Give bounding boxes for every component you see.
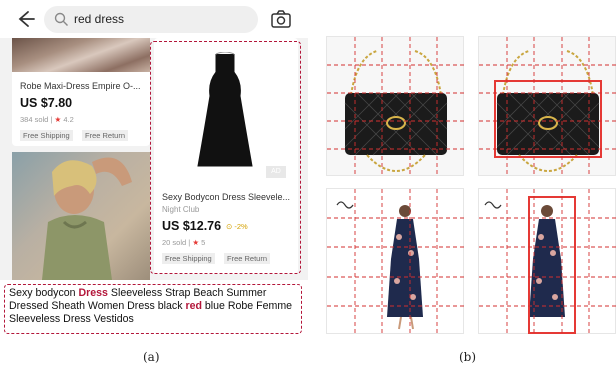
product-caption-text: Sexy bodycon Dress Sleeveless Strap Beac…	[9, 287, 299, 326]
caption-keyword: Dress	[78, 287, 108, 299]
grid-tile-bag-boxed	[478, 36, 616, 177]
search-icon	[54, 12, 68, 26]
product-price: US $7.80	[20, 96, 73, 110]
caption-segment: Sexy bodycon	[9, 287, 79, 299]
handbag-icon	[327, 37, 465, 177]
rating: 4.2	[63, 115, 74, 124]
panel-a: red dress Robe Maxi-Dress Empire O-... U…	[0, 0, 310, 338]
camera-icon[interactable]	[270, 8, 292, 30]
caption-keyword: red	[185, 300, 202, 312]
woman-photo-icon	[42, 157, 132, 280]
tag-free-return: Free Return	[82, 130, 129, 141]
grid-tile-dress-boxed	[478, 188, 616, 335]
label-b: (b)	[459, 350, 477, 364]
grid-tile-dress	[326, 188, 465, 335]
highlight-box-image	[150, 41, 301, 274]
sold-count: 384 sold	[20, 115, 49, 124]
product-card[interactable]: Robe Maxi-Dress Empire O-... US $7.80 38…	[12, 38, 150, 146]
search-query: red dress	[74, 12, 125, 26]
star-icon: ★	[54, 115, 62, 124]
dress-model-icon	[327, 189, 465, 335]
search-header: red dress	[0, 0, 308, 38]
grid-tile-bag	[326, 36, 465, 177]
back-arrow-icon[interactable]	[14, 8, 36, 30]
dress-model-icon	[479, 189, 616, 335]
search-input[interactable]: red dress	[44, 6, 258, 33]
product-title: Robe Maxi-Dress Empire O-...	[20, 81, 141, 91]
tag-free-shipping: Free Shipping	[20, 130, 73, 141]
product-image	[12, 38, 150, 72]
product-meta: 384 sold | ★ 4.2	[20, 115, 74, 124]
product-image-woman[interactable]	[12, 152, 150, 280]
handbag-icon	[479, 37, 616, 177]
label-a: (a)	[143, 350, 160, 364]
